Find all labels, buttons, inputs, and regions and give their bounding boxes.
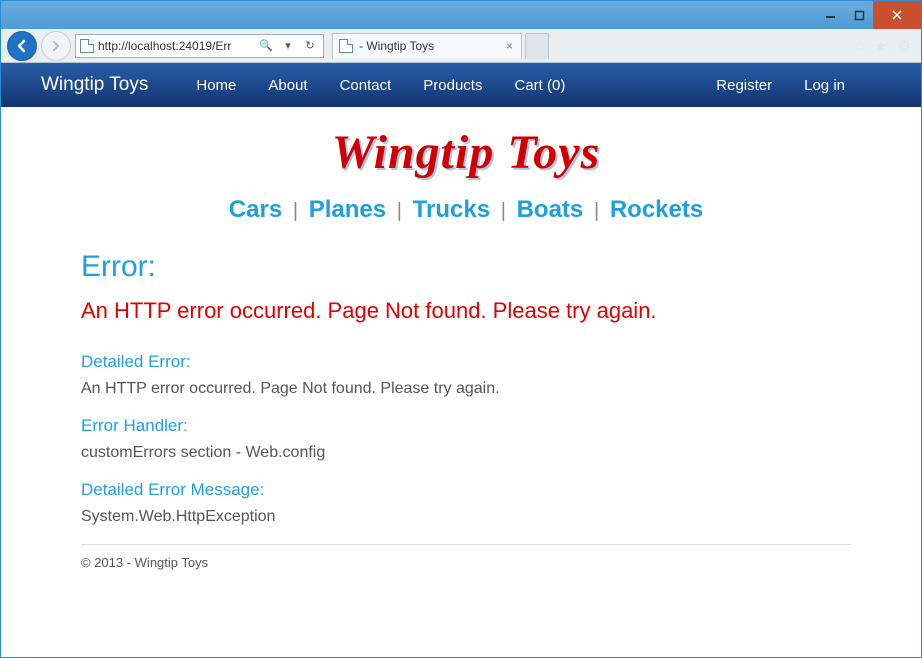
page-icon <box>80 39 94 53</box>
nav-register[interactable]: Register <box>716 77 772 94</box>
detailed-error-label: Detailed Error: <box>81 352 851 372</box>
favorites-icon[interactable]: ★ <box>874 37 887 55</box>
back-button[interactable] <box>7 31 37 61</box>
nav-login[interactable]: Log in <box>804 77 845 94</box>
search-icon[interactable]: 🔍 <box>257 37 275 55</box>
site-navbar: Wingtip Toys Home About Contact Products… <box>1 63 921 107</box>
browser-tab[interactable]: - Wingtip Toys × <box>332 33 522 59</box>
separator: | <box>594 200 599 222</box>
forward-button[interactable] <box>41 31 71 61</box>
footer-divider <box>81 544 851 545</box>
dropdown-icon[interactable]: ▾ <box>279 37 297 55</box>
site-logo: Wingtip Toys <box>81 125 851 180</box>
url-input[interactable] <box>98 39 253 53</box>
footer-text: © 2013 - Wingtip Toys <box>81 555 851 590</box>
tab-close-button[interactable]: × <box>504 39 515 53</box>
cat-trucks[interactable]: Trucks <box>413 196 490 223</box>
settings-gear-icon[interactable]: ⚙ <box>898 37 911 55</box>
address-bar[interactable]: 🔍 ▾ ↻ <box>75 34 324 58</box>
nav-contact[interactable]: Contact <box>340 77 392 94</box>
browser-toolbar: 🔍 ▾ ↻ - Wingtip Toys × ⌂ ★ ⚙ <box>1 29 921 63</box>
page-icon <box>339 39 353 53</box>
logo-text: Wingtip Toys <box>332 126 601 179</box>
cat-boats[interactable]: Boats <box>517 196 584 223</box>
maximize-button[interactable] <box>845 1 873 29</box>
close-button[interactable] <box>873 1 921 29</box>
error-message: An HTTP error occurred. Page Not found. … <box>81 298 851 324</box>
brand-link[interactable]: Wingtip Toys <box>41 74 148 96</box>
error-handler-text: customErrors section - Web.config <box>81 444 851 462</box>
error-handler-label: Error Handler: <box>81 416 851 436</box>
nav-products[interactable]: Products <box>423 77 482 94</box>
cat-rockets[interactable]: Rockets <box>610 196 703 223</box>
separator: | <box>293 200 298 222</box>
browser-window: 🔍 ▾ ↻ - Wingtip Toys × ⌂ ★ ⚙ Wingtip Toy… <box>0 0 922 658</box>
minimize-button[interactable] <box>815 1 845 29</box>
detailed-error-text: An HTTP error occurred. Page Not found. … <box>81 380 851 398</box>
toolbar-right-icons: ⌂ ★ ⚙ <box>855 37 915 55</box>
detailed-message-text: System.Web.HttpException <box>81 508 851 526</box>
refresh-icon[interactable]: ↻ <box>301 37 319 55</box>
home-icon[interactable]: ⌂ <box>855 37 864 55</box>
cat-planes[interactable]: Planes <box>309 196 386 223</box>
tab-title: - Wingtip Toys <box>359 39 434 53</box>
nav-cart[interactable]: Cart (0) <box>514 77 565 94</box>
detailed-message-label: Detailed Error Message: <box>81 480 851 500</box>
separator: | <box>501 200 506 222</box>
window-titlebar <box>1 1 921 29</box>
cat-cars[interactable]: Cars <box>229 196 282 223</box>
page-content: Wingtip Toys Cars | Planes | Trucks | Bo… <box>1 107 921 590</box>
page-viewport: Wingtip Toys Home About Contact Products… <box>1 63 921 657</box>
category-nav: Cars | Planes | Trucks | Boats | Rockets <box>81 196 851 224</box>
nav-home[interactable]: Home <box>196 77 236 94</box>
separator: | <box>397 200 402 222</box>
error-title: Error: <box>81 250 851 284</box>
new-tab-button[interactable] <box>525 33 549 59</box>
nav-about[interactable]: About <box>268 77 307 94</box>
